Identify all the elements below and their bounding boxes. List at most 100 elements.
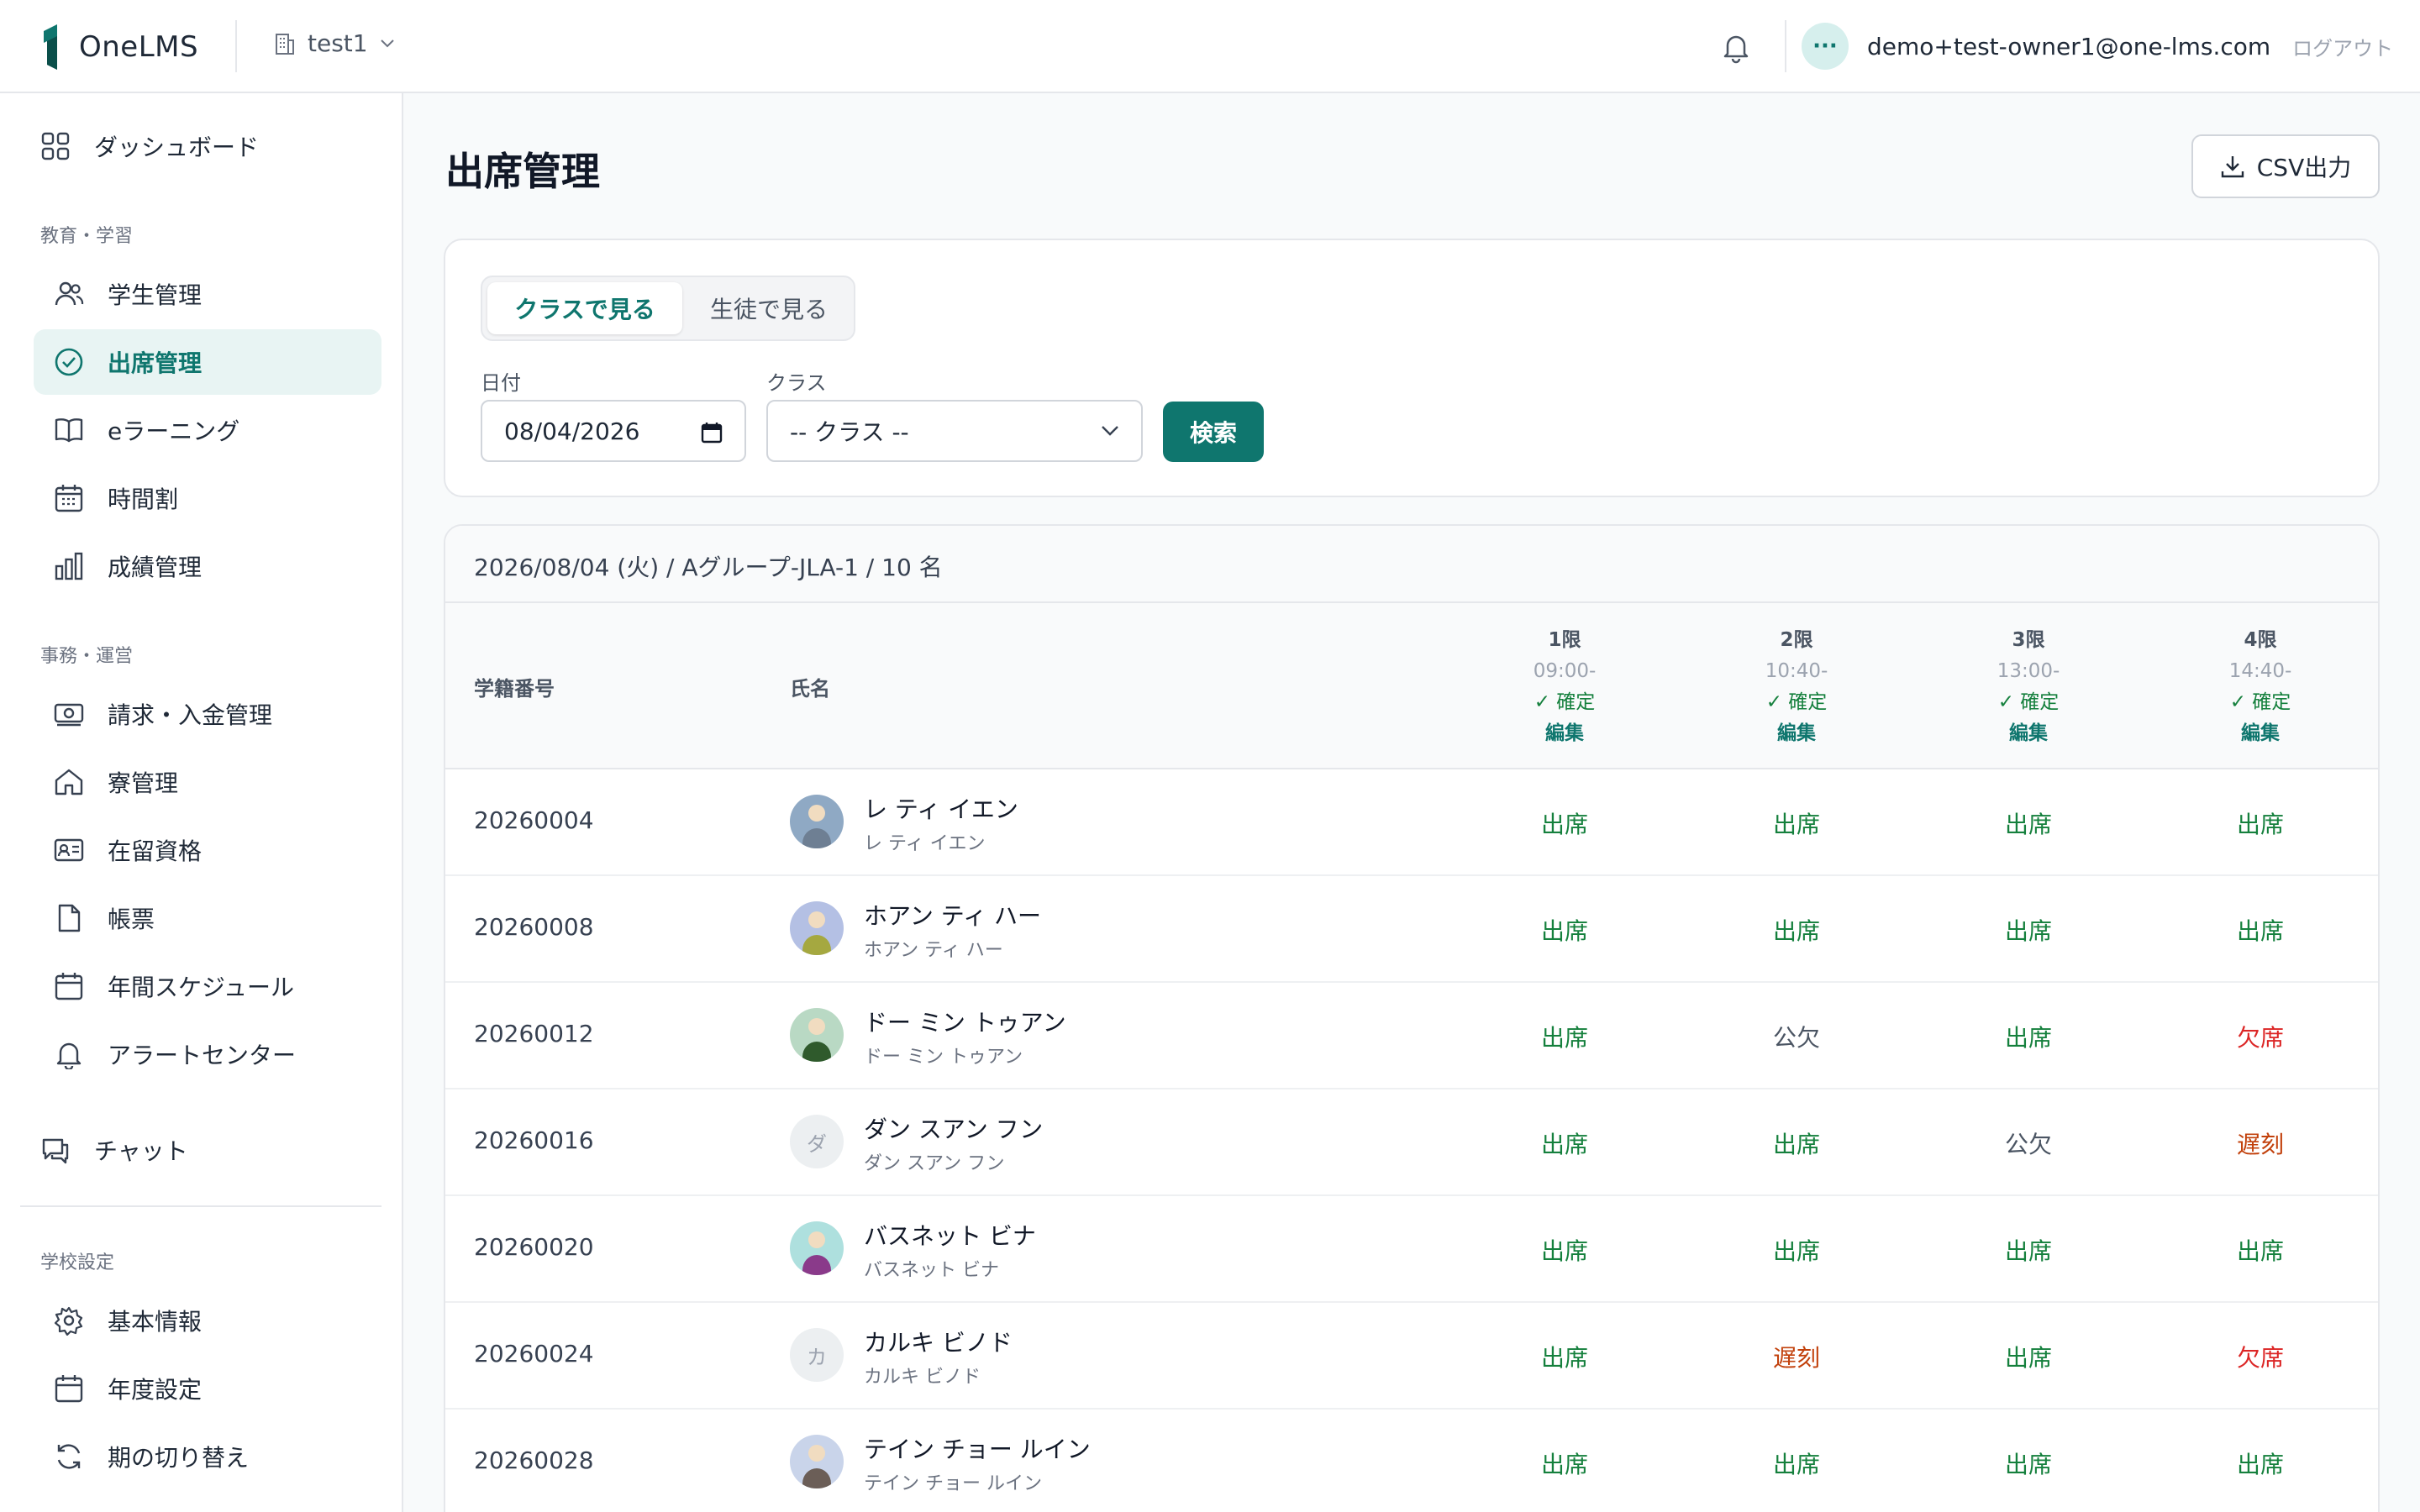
check-circle-icon	[55, 348, 83, 376]
period-confirmed: ✓ 確定	[1534, 691, 1596, 713]
attendance-status[interactable]: 出席	[1729, 1126, 1864, 1160]
period-time: 14:40-	[2228, 660, 2292, 682]
table-row[interactable]: 20260016 ダダン スアン フン ダン スアン フン 出席 出席 公欠 遅刻	[445, 1089, 2378, 1196]
sidebar-item-term-switch[interactable]: 期の切り替え	[34, 1424, 381, 1489]
attendance-status[interactable]: 出席	[1729, 1233, 1864, 1267]
sidebar-item-residence[interactable]: 在留資格	[34, 817, 381, 883]
attendance-status[interactable]: 出席	[1961, 806, 2096, 840]
attendance-status[interactable]: 出席	[1961, 1340, 2096, 1373]
student-name-kana: テイン チョー ルイン	[864, 1473, 1042, 1494]
period-edit-link[interactable]: 編集	[1497, 718, 1632, 749]
student-name[interactable]: バスネット ビナ	[864, 1218, 1036, 1252]
table-row[interactable]: 20260004 レ ティ イエンレ ティ イエン 出席 出席 出席 出席	[445, 769, 2378, 876]
attendance-status[interactable]: 出席	[2193, 1446, 2328, 1480]
attendance-status[interactable]: 出席	[1729, 1446, 1864, 1480]
attendance-status[interactable]: 出席	[2193, 913, 2328, 947]
sidebar-item-elearning[interactable]: eラーニング	[34, 397, 381, 463]
sidebar-item-alerts[interactable]: アラートセンター	[34, 1021, 381, 1087]
table-row[interactable]: 20260008 ホアン ティ ハー ホアン ティ ハー 出席 出席 出席 出席	[445, 876, 2378, 983]
attendance-status[interactable]: 欠席	[2193, 1340, 2328, 1373]
attendance-status[interactable]: 出席	[1497, 1233, 1632, 1267]
chat-icon	[42, 1138, 69, 1164]
sidebar-item-label: 年間スケジュール	[108, 974, 295, 1001]
table-row[interactable]: 20260024 カカルキ ビノド カルキ ビノド 出席 遅刻 出席 欠席	[445, 1303, 2378, 1410]
attendance-status[interactable]: 出席	[1961, 1233, 2096, 1267]
csv-export-button[interactable]: CSV出力	[2191, 134, 2380, 198]
attendance-status[interactable]: 出席	[1729, 913, 1864, 947]
attendance-status[interactable]: 出席	[1497, 1020, 1632, 1053]
section-heading-office: 事務・運営	[40, 646, 134, 667]
attendance-status[interactable]: 公欠	[1961, 1126, 2096, 1160]
avatar-photo	[802, 1018, 831, 1062]
banknote-icon	[54, 703, 84, 727]
sidebar-item-dashboard[interactable]: ダッシュボード	[20, 113, 368, 179]
avatar-photo	[802, 1445, 831, 1488]
calendar-grid-icon	[55, 485, 83, 512]
student-name[interactable]: カルキ ビノド	[864, 1325, 1013, 1358]
header-divider	[235, 20, 237, 72]
attendance-status[interactable]: 出席	[1497, 1126, 1632, 1160]
sidebar-item-students[interactable]: 学生管理	[34, 261, 381, 327]
avatar-photo	[802, 1231, 831, 1275]
chevron-down-icon	[1102, 426, 1118, 436]
date-field[interactable]: 08/04/2026	[481, 400, 746, 462]
attendance-status[interactable]: 出席	[2193, 806, 2328, 840]
sidebar-item-year-settings[interactable]: 年度設定	[34, 1356, 381, 1421]
sidebar-item-forms[interactable]: 帳票	[34, 885, 381, 951]
app-logo[interactable]: OneLMS	[39, 22, 198, 72]
header-divider	[1785, 20, 1786, 72]
attendance-status[interactable]: 出席	[1961, 913, 2096, 947]
calendar-icon	[55, 973, 83, 1000]
attendance-status[interactable]: 出席	[1497, 1340, 1632, 1373]
student-name[interactable]: ホアン ティ ハー	[864, 898, 1041, 932]
attendance-status[interactable]: 出席	[2193, 1233, 2328, 1267]
period-edit-link[interactable]: 編集	[1961, 718, 2096, 749]
attendance-status[interactable]: 出席	[1497, 1446, 1632, 1480]
period-time: 10:40-	[1765, 660, 1828, 682]
class-select[interactable]: -- クラス --	[766, 400, 1143, 462]
calendar-picker-icon[interactable]	[701, 422, 723, 444]
student-name[interactable]: ダン スアン フン	[864, 1111, 1043, 1145]
table-row[interactable]: 20260028 テイン チョー ルイン テイン チョー ルイン 出席 出席 出席 出席	[445, 1410, 2378, 1512]
attendance-status[interactable]: 遅刻	[2193, 1126, 2328, 1160]
period-name: 3限	[2012, 629, 2045, 651]
sidebar-item-label: 帳票	[108, 906, 155, 933]
sidebar-item-label: 寮管理	[108, 769, 179, 797]
attendance-status[interactable]: 出席	[1729, 806, 1864, 840]
student-name[interactable]: テイン チョー ルイン	[864, 1431, 1091, 1465]
tab-by-student[interactable]: 生徒で見る	[687, 282, 850, 334]
student-avatar: ダ	[790, 1115, 844, 1168]
table-row[interactable]: 20260012 ドー ミン トゥアン ドー ミン トゥアン 出席 公欠 出席 欠席	[445, 983, 2378, 1089]
sidebar-item-basic-info[interactable]: 基本情報	[34, 1288, 381, 1353]
student-name[interactable]: ドー ミン トゥアン	[864, 1005, 1066, 1038]
attendance-status[interactable]: 出席	[1961, 1020, 2096, 1053]
sidebar-item-billing[interactable]: 請求・入金管理	[34, 681, 381, 747]
table-row[interactable]: 20260020 バスネット ビナ バスネット ビナ 出席 出席 出席 出席	[445, 1196, 2378, 1303]
sidebar-item-grades[interactable]: 成績管理	[34, 533, 381, 599]
tab-by-class[interactable]: クラスで見る	[487, 282, 682, 334]
attendance-status[interactable]: 遅刻	[1729, 1340, 1864, 1373]
sidebar-item-chat[interactable]: チャット	[20, 1117, 368, 1183]
notification-bell-icon[interactable]	[1719, 30, 1753, 64]
attendance-status[interactable]: 欠席	[2193, 1020, 2328, 1053]
attendance-status[interactable]: 出席	[1497, 913, 1632, 947]
period-edit-link[interactable]: 編集	[1729, 718, 1864, 749]
user-avatar[interactable]: ···	[1802, 23, 1849, 70]
attendance-status[interactable]: 公欠	[1729, 1020, 1864, 1053]
student-name[interactable]: レ ティ イエン	[864, 791, 1018, 825]
sidebar-item-timetable[interactable]: 時間割	[34, 465, 381, 531]
period-edit-link[interactable]: 編集	[2193, 718, 2328, 749]
sidebar-item-schedule[interactable]: 年間スケジュール	[34, 953, 381, 1019]
student-avatar	[790, 1435, 844, 1488]
sidebar-item-attendance[interactable]: 出席管理	[34, 329, 381, 395]
tenant-selector[interactable]: test1	[274, 29, 395, 57]
student-name-kana: ホアン ティ ハー	[864, 940, 1003, 961]
user-menu[interactable]: ··· demo+test-owner1@one-lms.com ログアウト	[1802, 23, 2393, 70]
attendance-status[interactable]: 出席	[1497, 806, 1632, 840]
search-button[interactable]: 検索	[1163, 402, 1264, 462]
student-name-kana: ドー ミン トゥアン	[864, 1047, 1023, 1068]
student-avatar: カ	[790, 1328, 844, 1382]
logout-link[interactable]: ログアウト	[2292, 32, 2393, 61]
attendance-status[interactable]: 出席	[1961, 1446, 2096, 1480]
sidebar-item-dorm[interactable]: 寮管理	[34, 749, 381, 815]
